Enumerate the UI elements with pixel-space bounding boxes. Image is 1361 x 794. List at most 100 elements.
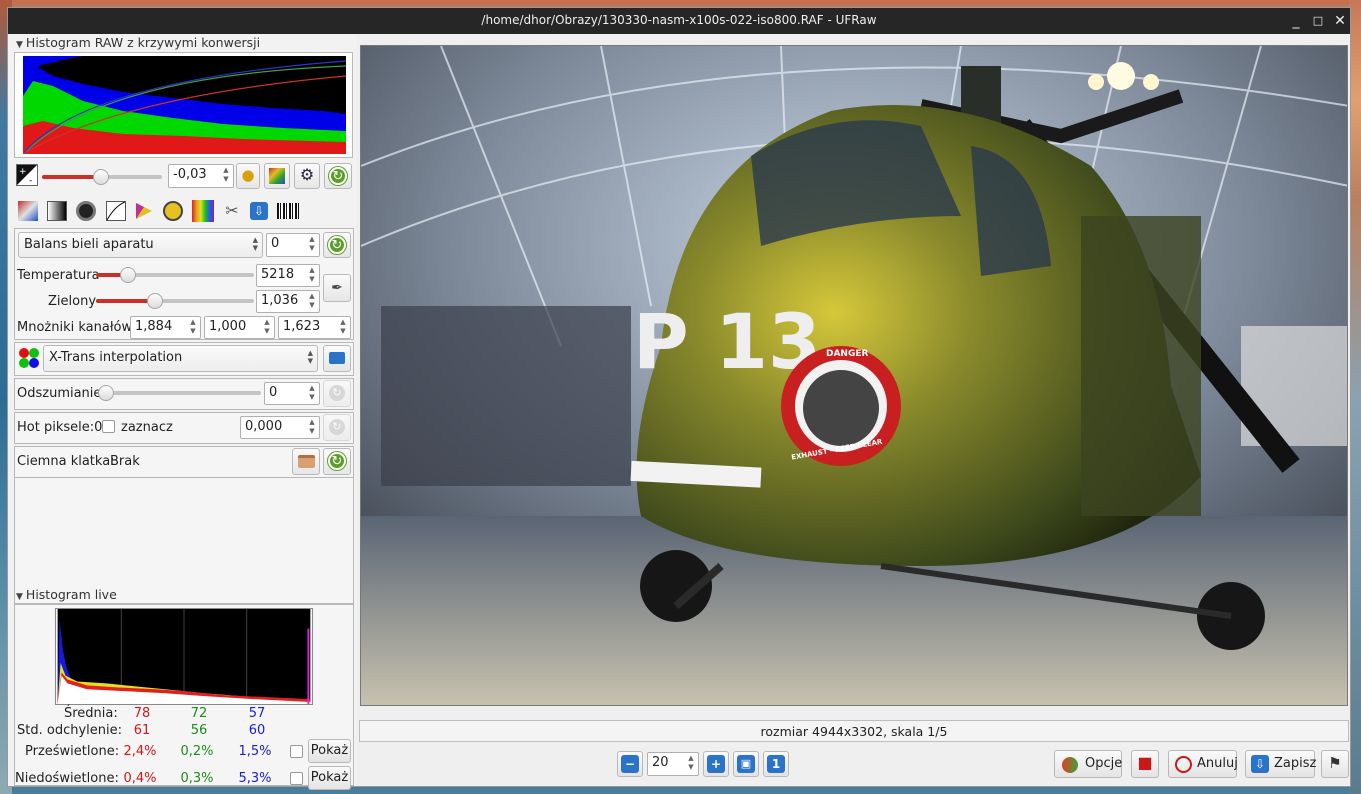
white-balance-reset-button[interactable]: ↻ — [323, 232, 351, 258]
overexposed-show-checkbox[interactable] — [290, 745, 303, 758]
white-balance-tab-icon[interactable] — [18, 201, 38, 221]
window-title: /home/dhor/Obrazy/130330-nasm-x100s-022-… — [481, 13, 877, 27]
denoise-label: Odszumianie — [17, 386, 102, 401]
eyedropper-spot-wb-button[interactable]: ✒ — [323, 274, 351, 302]
spin-arrows-icon[interactable]: ▲ ▼ — [187, 317, 199, 338]
exposure-reset-button[interactable]: ↻ — [324, 163, 352, 189]
hot-pixels-reset-button[interactable]: ↻ — [323, 414, 351, 441]
denoise-spinbox[interactable]: 0 ▲ ▼ — [264, 382, 320, 405]
zoom-spinbox[interactable]: 20 ▲ ▼ — [647, 752, 699, 776]
send-to-gimp-button[interactable]: ⚑ — [1321, 750, 1349, 778]
green-slider-knob[interactable] — [147, 293, 163, 309]
denoise-reset-button[interactable]: ↻ — [323, 380, 351, 407]
spin-arrows-icon[interactable]: ▲ ▼ — [220, 165, 232, 187]
save-tab-icon[interactable]: ⇩ — [250, 202, 268, 220]
color-management-tab-icon[interactable] — [134, 201, 154, 221]
exposure-spinbox[interactable]: -0,03 ▲ ▼ — [168, 164, 234, 188]
smoothing-button[interactable] — [323, 345, 351, 372]
dark-frame-reset-button[interactable]: ↻ — [323, 448, 351, 475]
spin-arrows-icon[interactable]: ▲ ▼ — [337, 317, 349, 338]
temperature-slider-knob[interactable] — [120, 267, 136, 283]
overexposed-label: Prześwietlone: — [25, 744, 120, 759]
crop-rotate-tab-icon[interactable]: ✂ — [222, 201, 242, 221]
std-red: 61 — [133, 723, 151, 738]
maximize-button[interactable]: □ — [1307, 11, 1329, 31]
multiplier-green-spinbox[interactable]: 1,000 ▲ ▼ — [204, 316, 275, 339]
hot-pixels-mark-checkbox[interactable] — [102, 420, 115, 433]
spin-arrows-icon[interactable]: ▲ ▼ — [306, 383, 318, 404]
clip-highlights-icon[interactable]: ⚙ — [294, 163, 320, 189]
hot-pixels-spinbox[interactable]: 0,000 ▲ ▼ — [240, 416, 320, 439]
cancel-label: Anuluj — [1197, 756, 1238, 771]
green-spinbox[interactable]: 1,036 ▲ ▼ — [256, 290, 320, 313]
raw-histogram-header: Histogram RAW z krzywymi konwersji — [25, 35, 261, 50]
denoise-slider-knob[interactable] — [98, 385, 114, 401]
zoom-out-button[interactable]: − — [617, 751, 643, 777]
lightness-adjustments-tab-icon[interactable] — [192, 200, 214, 222]
temperature-spinbox[interactable]: 5218 ▲ ▼ — [256, 264, 320, 287]
hot-pixels-value: 0,000 — [245, 419, 283, 434]
multiplier-blue-value: 1,623 — [283, 319, 321, 334]
expander-arrow-icon: ▼ — [16, 592, 23, 602]
save-button[interactable]: ⇩ Zapisz — [1245, 750, 1316, 778]
spin-arrows-icon[interactable]: ▲ ▼ — [306, 265, 318, 286]
live-histogram-expander[interactable]: ▼ Histogram live — [16, 587, 117, 603]
delete-button[interactable]: ■ — [1131, 750, 1159, 778]
white-balance-preset-value: Balans bieli aparatu — [24, 237, 154, 252]
dark-frame-value: Brak — [110, 454, 140, 469]
reset-icon: ↻ — [328, 452, 346, 470]
underexposed-show-button[interactable]: Pokaż — [308, 766, 351, 790]
status-bar: rozmiar 4944x3302, skala 1/5 — [359, 720, 1349, 742]
zoom-fit-button[interactable]: ▣ — [733, 751, 759, 777]
danger-label: DANGER — [826, 349, 869, 359]
exposure-slider-knob[interactable] — [93, 169, 109, 185]
spin-arrows-icon[interactable]: ▲ ▼ — [306, 417, 318, 438]
temperature-slider[interactable] — [96, 267, 254, 283]
close-button[interactable]: ✕ — [1329, 11, 1351, 31]
exif-tab-icon[interactable] — [277, 203, 299, 219]
combo-arrow-icon: ▲ ▼ — [307, 349, 313, 365]
std-green: 56 — [190, 723, 208, 738]
base-curve-tab-icon[interactable] — [76, 201, 96, 221]
multiplier-green-value: 1,000 — [209, 319, 247, 334]
spin-arrows-icon[interactable]: ▲ ▼ — [306, 234, 318, 256]
options-icon — [1062, 757, 1078, 773]
interpolation-combo[interactable]: X-Trans interpolation ▲ ▼ — [43, 345, 318, 372]
green-slider[interactable] — [96, 293, 254, 309]
cancel-button[interactable]: Anuluj — [1168, 750, 1238, 778]
raw-histogram-plot — [23, 56, 346, 154]
mean-label: Średnia: — [64, 706, 118, 721]
spin-arrows-icon[interactable]: ▲ ▼ — [261, 317, 273, 338]
mean-red: 78 — [133, 706, 151, 721]
zoom-in-button[interactable]: + — [703, 751, 729, 777]
spin-arrows-icon[interactable]: ▲ ▼ — [685, 753, 697, 775]
folder-icon — [298, 455, 315, 468]
smoothing-icon — [329, 352, 345, 364]
title-bar[interactable]: /home/dhor/Obrazy/130330-nasm-x100s-022-… — [8, 8, 1350, 34]
multiplier-red-spinbox[interactable]: 1,884 ▲ ▼ — [130, 316, 201, 339]
raw-histogram-expander[interactable]: ▼ Histogram RAW z krzywymi konwersji — [16, 35, 260, 51]
live-histogram-header: Histogram live — [25, 587, 117, 602]
denoise-slider[interactable] — [98, 385, 261, 401]
minimize-button[interactable]: _ — [1285, 11, 1307, 31]
grayscale-tab-icon[interactable] — [47, 201, 67, 221]
spin-arrows-icon[interactable]: ▲ ▼ — [306, 291, 318, 312]
overexposed-show-button[interactable]: Pokaż — [308, 739, 351, 763]
corrections-tab-icon[interactable] — [163, 201, 183, 221]
zoom-100-button[interactable]: 1 — [763, 751, 789, 777]
cancel-icon — [1175, 756, 1192, 773]
wb-fine-tune-spinbox[interactable]: 0 ▲ ▼ — [266, 233, 320, 257]
image-preview[interactable]: P 13 DANGER EXHAUST - KEEP CLEAR — [360, 45, 1348, 706]
underexposed-show-checkbox[interactable] — [290, 772, 303, 785]
restore-details-icon[interactable] — [264, 163, 290, 189]
temperature-value: 5218 — [261, 267, 295, 282]
auto-exposure-bulb-icon[interactable]: ● — [236, 163, 260, 189]
temperature-label: Temperatura — [17, 268, 100, 283]
luminosity-curve-tab-icon[interactable] — [106, 201, 126, 221]
reset-icon: ↻ — [329, 167, 347, 185]
options-button[interactable]: Opcje — [1054, 750, 1122, 778]
multiplier-blue-spinbox[interactable]: 1,623 ▲ ▼ — [278, 316, 351, 339]
exposure-slider[interactable] — [42, 169, 162, 185]
load-dark-frame-button[interactable] — [292, 448, 320, 475]
white-balance-preset-combo[interactable]: Balans bieli aparatu ▲ ▼ — [18, 232, 263, 258]
